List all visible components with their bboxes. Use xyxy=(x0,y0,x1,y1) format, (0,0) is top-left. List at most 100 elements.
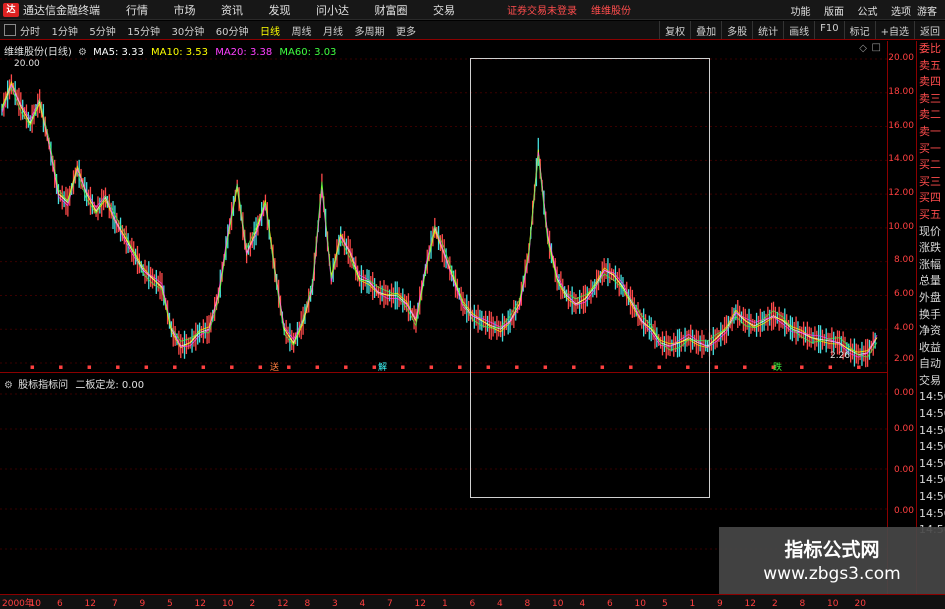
side-panel-item[interactable]: 14:50 xyxy=(917,406,945,423)
x-tick-label: 6 xyxy=(607,599,613,609)
tab-weekly[interactable]: 周线 xyxy=(291,27,311,38)
title-bar: 达 通达信金融终端 行情 市场 资讯 发现 问小达 财富圈 交易 证券交易未登录… xyxy=(0,0,945,20)
side-panel-item[interactable]: 涨跌 xyxy=(917,240,945,257)
tab-30min[interactable]: 30分钟 xyxy=(171,27,204,38)
menu-wealth-circle[interactable]: 财富圈 xyxy=(375,4,408,17)
tab-more[interactable]: 更多 xyxy=(396,27,416,38)
menu-layout[interactable]: 版面 xyxy=(824,7,844,18)
x-tick-label: 9 xyxy=(717,599,723,609)
menu-trade[interactable]: 交易 xyxy=(433,4,455,17)
side-panel-item[interactable]: 买五 xyxy=(917,207,945,224)
event-label: 跌 xyxy=(773,362,782,373)
main-menu: 行情 市场 资讯 发现 问小达 财富圈 交易 xyxy=(126,2,477,18)
y-tick: 16.00 xyxy=(888,121,914,131)
x-tick-label: 10 xyxy=(827,599,839,609)
tab-60min[interactable]: 60分钟 xyxy=(216,27,249,38)
menu-formula[interactable]: 公式 xyxy=(858,7,878,18)
side-panel-item[interactable]: 卖一 xyxy=(917,124,945,141)
main-chart-panel[interactable]: ▪ ▪ ▪ ▪ ▪ ▪ ▪ ▪ ▪ ▪ ▪ ▪ ▪ ▪ ▪ ▪ ▪ ▪ ▪ ▪ ▪ ▪ ▪ ▪ ▪ ▪ ▪ ▪ ▪ ▪ 送解跌 维维股份(日… xyxy=(0,41,887,373)
x-tick-label: 8 xyxy=(800,599,806,609)
side-panel-item[interactable]: 14:50 xyxy=(917,472,945,489)
expand-icon[interactable]: ◇ xyxy=(859,43,867,54)
x-tick-label: 9 xyxy=(140,599,146,609)
x-tick-label: 10 xyxy=(30,599,42,609)
side-panel-item[interactable]: 委比 xyxy=(917,41,945,58)
settings-gear-icon[interactable]: ⚙ xyxy=(78,47,87,58)
multi-stock-button[interactable]: 多股 xyxy=(721,21,752,39)
tab-5min[interactable]: 5分钟 xyxy=(89,27,115,38)
menu-market[interactable]: 市场 xyxy=(174,4,196,17)
menu-discover[interactable]: 发现 xyxy=(269,4,291,17)
tab-multi-period[interactable]: 多周期 xyxy=(354,27,384,38)
f10-button[interactable]: F10 xyxy=(814,21,843,39)
event-marker: ▪ xyxy=(230,363,235,371)
ma20-label: MA20: 3.38 xyxy=(215,47,273,58)
close-panel-icon[interactable]: □ xyxy=(872,42,881,53)
tab-monthly[interactable]: 月线 xyxy=(323,27,343,38)
menu-ask[interactable]: 问小达 xyxy=(316,4,349,17)
event-marker: ▪ xyxy=(714,363,719,371)
menu-news[interactable]: 资讯 xyxy=(221,4,243,17)
menu-market-quotes[interactable]: 行情 xyxy=(126,4,148,17)
x-tick-label: 5 xyxy=(662,599,668,609)
y-tick: 4.00 xyxy=(893,323,914,333)
x-tick-label: 10 xyxy=(222,599,234,609)
menu-options[interactable]: 选项 xyxy=(891,7,911,18)
side-panel-item[interactable]: 14:50 xyxy=(917,389,945,406)
side-panel-item[interactable]: 外盘 xyxy=(917,290,945,307)
statistics-button[interactable]: 统计 xyxy=(752,21,783,39)
side-panel-item[interactable]: 卖二 xyxy=(917,107,945,124)
tab-intraday[interactable]: 分时 xyxy=(20,27,40,38)
side-panel-item[interactable]: 卖四 xyxy=(917,74,945,91)
period-tabs: 分时 1分钟 5分钟 15分钟 30分钟 60分钟 日线 周线 月线 多周期 更… xyxy=(20,23,424,38)
tab-daily[interactable]: 日线 xyxy=(260,27,280,38)
menu-function[interactable]: 功能 xyxy=(791,7,811,18)
date-axis: 2000年 10 6 12 7 9 5 12 10 2 12 8 3 4 7 12 1 6 4 8 10 4 6 10 5 1 9 1… xyxy=(0,594,945,609)
side-panel-item[interactable]: 卖三 xyxy=(917,91,945,108)
back-button[interactable]: 返回 xyxy=(914,21,945,39)
side-panel-item[interactable]: 自动 xyxy=(917,356,945,373)
side-panel-item[interactable]: 收益 xyxy=(917,340,945,357)
side-panel-item[interactable]: 14:50 xyxy=(917,423,945,440)
adjust-button[interactable]: 复权 xyxy=(659,21,690,39)
side-panel-item[interactable]: 买二 xyxy=(917,157,945,174)
x-tick-label: 12 xyxy=(745,599,756,609)
side-panel-item[interactable]: 卖五 xyxy=(917,58,945,75)
event-marker: ▪ xyxy=(458,363,463,371)
mark-button[interactable]: 标记 xyxy=(843,21,875,39)
selection-rectangle xyxy=(470,58,710,498)
x-tick-label: 8 xyxy=(525,599,531,609)
side-panel-item[interactable]: 14:50 xyxy=(917,439,945,456)
price-chart[interactable]: ▪ ▪ ▪ ▪ ▪ ▪ ▪ ▪ ▪ ▪ ▪ ▪ ▪ ▪ ▪ ▪ ▪ ▪ ▪ ▪ ▪ ▪ ▪ ▪ ▪ ▪ ▪ ▪ ▪ ▪送解跌 xyxy=(0,41,887,373)
side-panel-item[interactable]: 总量 xyxy=(917,273,945,290)
app-title: 通达信金融终端 xyxy=(23,3,100,17)
side-panel-item[interactable]: 现价 xyxy=(917,224,945,241)
side-panel-item[interactable]: 换手 xyxy=(917,307,945,324)
tab-1min[interactable]: 1分钟 xyxy=(52,27,78,38)
overlay-button[interactable]: 叠加 xyxy=(690,21,721,39)
side-panel-item[interactable]: 净资 xyxy=(917,323,945,340)
ma-legend: 维维股份(日线) ⚙ MA5: 3.33 MA10: 3.53 MA20: 3.… xyxy=(4,43,336,58)
ma10-label: MA10: 3.53 xyxy=(151,47,209,58)
panel-toggle-icon[interactable] xyxy=(4,24,16,36)
side-panel-item[interactable]: 买三 xyxy=(917,174,945,191)
side-panel-item[interactable]: 交易 xyxy=(917,373,945,390)
event-marker: ▪ xyxy=(315,363,320,371)
sub-y-tick: 0.00 xyxy=(893,424,914,434)
side-panel-item[interactable]: 14:50 xyxy=(917,456,945,473)
sub-y-tick: 0.00 xyxy=(893,388,914,398)
side-panel-item[interactable]: 涨幅 xyxy=(917,257,945,274)
login-warning[interactable]: 证券交易未登录 xyxy=(507,2,577,17)
add-watchlist-button[interactable]: +自选 xyxy=(874,21,914,39)
x-tick-label: 5 xyxy=(167,599,173,609)
y-tick: 18.00 xyxy=(888,87,914,97)
side-panel-item[interactable]: 买四 xyxy=(917,190,945,207)
tab-15min[interactable]: 15分钟 xyxy=(127,27,160,38)
side-panel-item[interactable]: 买一 xyxy=(917,141,945,158)
guest-user[interactable]: 游客 xyxy=(917,3,937,18)
x-tick-label: 4 xyxy=(580,599,586,609)
min-price-label: 2.26 xyxy=(830,351,851,361)
side-panel-item[interactable]: 14:50 xyxy=(917,489,945,506)
side-panel-item[interactable]: 14:50 xyxy=(917,506,945,523)
draw-line-button[interactable]: 画线 xyxy=(783,21,814,39)
